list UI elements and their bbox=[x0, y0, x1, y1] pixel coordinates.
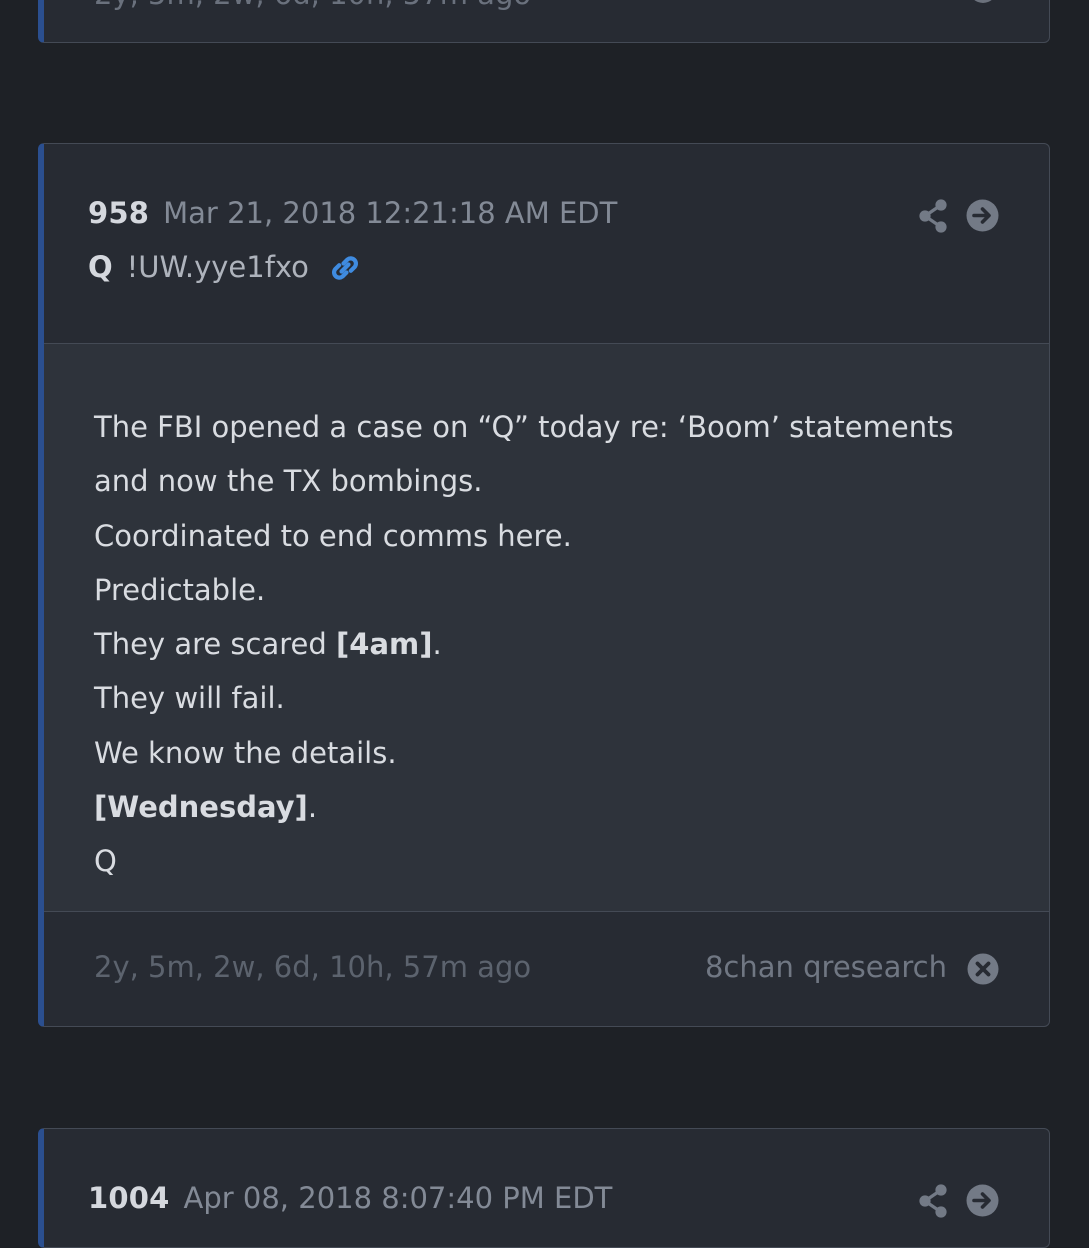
post-line: and now the TX bombings. bbox=[94, 464, 483, 499]
post-source: 8chan qresearch bbox=[704, 950, 947, 984]
post-line-text: . bbox=[432, 627, 442, 662]
post-line: Q bbox=[94, 844, 117, 879]
post-line: The FBI opened a case on “Q” today re: ‘… bbox=[94, 410, 954, 444]
post-ago: 2y, 5m, 2w, 6d, 10h, 57m ago bbox=[94, 950, 532, 984]
link-icon[interactable] bbox=[328, 251, 362, 289]
post-line: They will fail. bbox=[94, 681, 285, 716]
post-header: 958 Mar 21, 2018 12:21:18 AM EDT Q !UW.yye… bbox=[44, 144, 1049, 344]
share-icon[interactable] bbox=[918, 1184, 948, 1222]
share-icon[interactable] bbox=[918, 199, 948, 237]
tripcode: !UW.yye1fxo bbox=[126, 250, 309, 284]
post-footer: 2y, 5m, 2w, 6d, 10h, 57m ago 8chan qrese… bbox=[44, 912, 1049, 1026]
post-card: 958 Mar 21, 2018 12:21:18 AM EDT Q !UW.yye… bbox=[38, 143, 1050, 1027]
close-circle-icon[interactable] bbox=[967, 953, 999, 989]
post-number[interactable]: 958 bbox=[88, 196, 149, 230]
close-circle-icon[interactable] bbox=[969, 0, 997, 3]
next-post-card: 1004 Apr 08, 2018 8:07:40 PM EDT bbox=[38, 1128, 1050, 1248]
post-date: Mar 21, 2018 12:21:18 AM EDT bbox=[163, 196, 618, 230]
post-line: [Wednesday]. bbox=[94, 780, 954, 834]
post-number[interactable]: 1004 bbox=[88, 1181, 170, 1215]
post-line-bold: [4am] bbox=[336, 627, 433, 662]
author-name: Q bbox=[88, 250, 113, 284]
post-line: Predictable. bbox=[94, 572, 266, 607]
post-line: We know the details. bbox=[94, 735, 397, 770]
post-meta: 958 Mar 21, 2018 12:21:18 AM EDT bbox=[88, 196, 617, 230]
post-text: The FBI opened a case on “Q” today re: ‘… bbox=[94, 400, 954, 889]
post-line-bold: [Wednesday] bbox=[94, 790, 308, 825]
post-line: They are scared [4am]. bbox=[94, 617, 954, 671]
arrow-right-circle-icon[interactable] bbox=[966, 1184, 999, 1221]
post-line-text: . bbox=[307, 790, 318, 825]
next-post-meta: 1004 Apr 08, 2018 8:07:40 PM EDT bbox=[88, 1181, 612, 1215]
post-date: Apr 08, 2018 8:07:40 PM EDT bbox=[183, 1181, 613, 1215]
post-body: The FBI opened a case on “Q” today re: ‘… bbox=[44, 344, 1049, 912]
previous-post-card: 2y, 5m, 2w, 6d, 10h, 57m ago bbox=[38, 0, 1050, 43]
post-line: Coordinated to end comms here. bbox=[94, 518, 572, 553]
post-line-text: They are scared bbox=[94, 627, 337, 662]
author-line: Q !UW.yye1fxo bbox=[88, 250, 362, 289]
arrow-right-circle-icon[interactable] bbox=[966, 199, 999, 236]
previous-post-ago-text: 2y, 5m, 2w, 6d, 10h, 57m ago bbox=[94, 0, 531, 11]
